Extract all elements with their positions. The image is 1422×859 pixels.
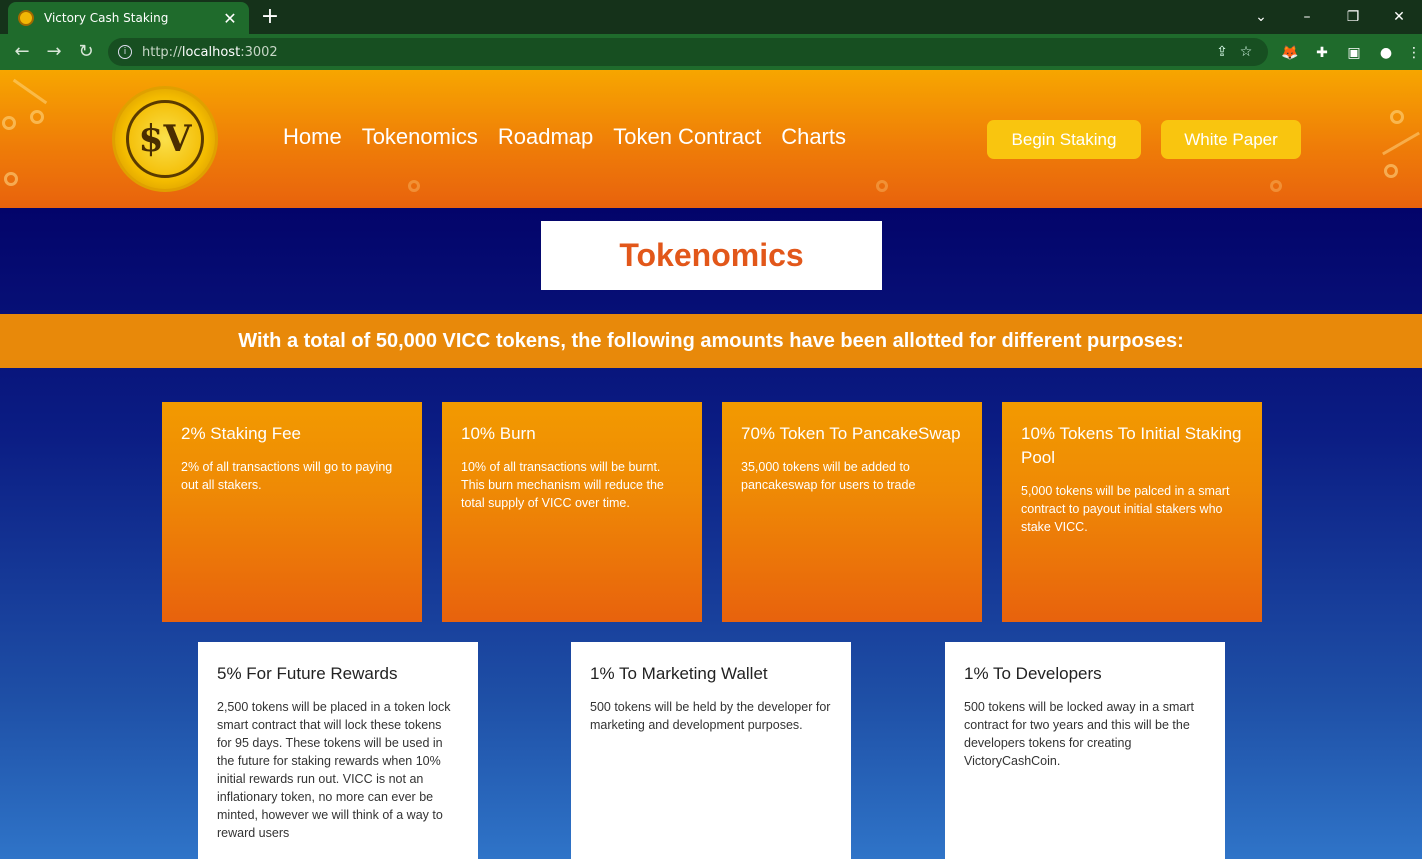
allocation-card: 5% For Future Rewards 2,500 tokens will …: [198, 642, 478, 859]
nav-link-token-contract[interactable]: Token Contract: [613, 124, 761, 150]
browser-tab-bar: Victory Cash Staking ✕ + ⌄ – ❐ ✕: [0, 0, 1422, 34]
allocation-card: 10% Tokens To Initial Staking Pool 5,000…: [1002, 402, 1262, 622]
close-window-icon[interactable]: ✕: [1376, 0, 1422, 34]
new-tab-button[interactable]: +: [258, 4, 282, 29]
url-text[interactable]: http://localhost:3002: [142, 45, 1210, 60]
tab-title: Victory Cash Staking: [44, 11, 169, 25]
main-nav: Home Tokenomics Roadmap Token Contract C…: [283, 124, 846, 150]
allocation-card: 70% Token To PancakeSwap 35,000 tokens w…: [722, 402, 982, 622]
white-paper-button[interactable]: White Paper: [1161, 120, 1301, 159]
tab-close-icon[interactable]: ✕: [221, 9, 239, 28]
card-title: 10% Burn: [461, 424, 536, 443]
url-scheme: http://: [142, 44, 182, 60]
allocation-card: 1% To Marketing Wallet 500 tokens will b…: [571, 642, 851, 859]
circuit-decoration: [12, 78, 48, 105]
card-text: 35,000 tokens will be added to pancakesw…: [741, 460, 916, 492]
nav-link-roadmap[interactable]: Roadmap: [498, 124, 593, 150]
menu-kebab-icon[interactable]: ⋮: [1404, 43, 1422, 63]
allocation-banner: With a total of 50,000 VICC tokens, the …: [0, 314, 1422, 368]
tokenomics-section: Tokenomics With a total of 50,000 VICC t…: [0, 208, 1422, 859]
back-arrow-icon[interactable]: ←: [10, 40, 34, 64]
browser-toolbar: ← → ↻ i http://localhost:3002 ⇪ ☆ 🦊 ✚ ▣ …: [0, 34, 1422, 70]
card-text: 10% of all transactions will be burnt. T…: [461, 460, 664, 510]
reload-icon[interactable]: ↻: [74, 40, 98, 64]
browser-tab[interactable]: Victory Cash Staking ✕: [8, 2, 249, 34]
url-host: localhost: [181, 44, 241, 60]
card-title: 5% For Future Rewards: [217, 664, 398, 683]
circuit-decoration: [30, 110, 44, 124]
card-title: 2% Staking Fee: [181, 424, 302, 443]
circuit-decoration: [1390, 110, 1404, 124]
card-text: 2% of all transactions will go to paying…: [181, 460, 393, 492]
card-text: 500 tokens will be held by the developer…: [590, 700, 831, 732]
card-title: 1% To Marketing Wallet: [590, 664, 768, 683]
circuit-decoration: [876, 180, 888, 192]
site-header: $V Home Tokenomics Roadmap Token Contrac…: [0, 70, 1422, 208]
minimize-icon[interactable]: –: [1284, 0, 1330, 34]
info-icon[interactable]: i: [118, 45, 132, 59]
allocation-card: 10% Burn 10% of all transactions will be…: [442, 402, 702, 622]
page-title: Tokenomics: [619, 237, 804, 273]
window-controls: ⌄ – ❐ ✕: [1238, 0, 1422, 34]
tab-search-chevron-icon[interactable]: ⌄: [1238, 0, 1284, 34]
card-title: 10% Tokens To Initial Staking Pool: [1021, 424, 1242, 467]
page-title-box: Tokenomics: [541, 221, 882, 290]
metamask-icon[interactable]: 🦊: [1280, 43, 1300, 63]
card-text: 2,500 tokens will be placed in a token l…: [217, 700, 451, 840]
allocation-card: 2% Staking Fee 2% of all transactions wi…: [162, 402, 422, 622]
circuit-decoration: [1270, 180, 1282, 192]
circuit-decoration: [1382, 131, 1420, 156]
circuit-decoration: [2, 116, 16, 130]
card-title: 70% Token To PancakeSwap: [741, 424, 961, 443]
nav-link-charts[interactable]: Charts: [781, 124, 846, 150]
sidepanel-icon[interactable]: ▣: [1344, 43, 1364, 63]
card-text: 500 tokens will be locked away in a smar…: [964, 700, 1194, 768]
address-bar[interactable]: i http://localhost:3002 ⇪ ☆: [108, 38, 1268, 66]
allocation-card: 1% To Developers 500 tokens will be lock…: [945, 642, 1225, 859]
extensions-puzzle-icon[interactable]: ✚: [1312, 43, 1332, 63]
nav-link-tokenomics[interactable]: Tokenomics: [362, 124, 478, 150]
card-text: 5,000 tokens will be palced in a smart c…: [1021, 484, 1230, 534]
profile-icon[interactable]: ●: [1376, 43, 1396, 63]
victory-coin-favicon-icon: [18, 10, 34, 26]
share-icon[interactable]: ⇪: [1210, 44, 1234, 60]
banner-text: With a total of 50,000 VICC tokens, the …: [238, 329, 1184, 352]
circuit-decoration: [408, 180, 420, 192]
circuit-decoration: [1384, 164, 1398, 178]
forward-arrow-icon[interactable]: →: [42, 40, 66, 64]
logo-emblem: $V: [126, 100, 204, 178]
star-icon[interactable]: ☆: [1234, 44, 1258, 60]
card-title: 1% To Developers: [964, 664, 1102, 683]
victory-cash-logo[interactable]: $V: [112, 86, 218, 192]
circuit-decoration: [4, 172, 18, 186]
begin-staking-button[interactable]: Begin Staking: [987, 120, 1141, 159]
restore-icon[interactable]: ❐: [1330, 0, 1376, 34]
url-port: :3002: [240, 44, 278, 60]
nav-link-home[interactable]: Home: [283, 124, 342, 150]
